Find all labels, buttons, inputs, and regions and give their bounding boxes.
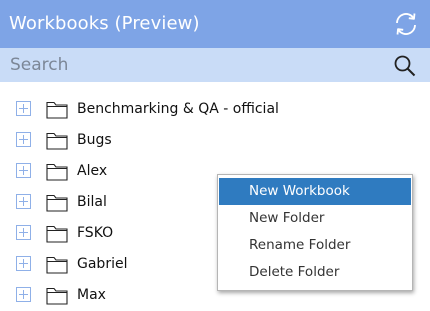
menu-item-delete-folder[interactable]: Delete Folder bbox=[219, 259, 411, 286]
folder-icon bbox=[46, 256, 68, 274]
menu-item-new-folder[interactable]: New Folder bbox=[219, 205, 411, 232]
expand-icon[interactable] bbox=[16, 163, 31, 178]
folder-icon bbox=[46, 287, 68, 305]
panel-title: Workbooks (Preview) bbox=[9, 13, 200, 34]
folder-icon bbox=[46, 101, 68, 119]
folder-label: Benchmarking & QA - official bbox=[77, 101, 279, 117]
folder-row[interactable]: Benchmarking & QA - official bbox=[0, 95, 430, 123]
folder-icon bbox=[46, 163, 68, 181]
refresh-icon[interactable] bbox=[393, 11, 419, 37]
folder-label: Max bbox=[77, 287, 106, 303]
folder-label: Bilal bbox=[77, 194, 107, 210]
menu-item-new-workbook[interactable]: New Workbook bbox=[219, 178, 411, 205]
folder-row[interactable]: Bugs bbox=[0, 126, 430, 154]
folder-label: Alex bbox=[77, 163, 108, 179]
expand-icon[interactable] bbox=[16, 256, 31, 271]
menu-item-rename-folder[interactable]: Rename Folder bbox=[219, 232, 411, 259]
context-menu: New Workbook New Folder Rename Folder De… bbox=[217, 174, 413, 291]
expand-icon[interactable] bbox=[16, 287, 31, 302]
expand-icon[interactable] bbox=[16, 194, 31, 209]
folder-icon bbox=[46, 194, 68, 212]
folder-label: FSKO bbox=[77, 225, 114, 241]
expand-icon[interactable] bbox=[16, 132, 31, 147]
folder-icon bbox=[46, 132, 68, 150]
folder-label: Bugs bbox=[77, 132, 112, 148]
search-bar bbox=[0, 48, 430, 82]
panel-header: Workbooks (Preview) bbox=[0, 0, 430, 48]
folder-label: Gabriel bbox=[77, 256, 128, 272]
search-icon[interactable] bbox=[392, 53, 418, 79]
folder-icon bbox=[46, 225, 68, 243]
expand-icon[interactable] bbox=[16, 101, 31, 116]
expand-icon[interactable] bbox=[16, 225, 31, 240]
search-input[interactable] bbox=[0, 48, 380, 82]
